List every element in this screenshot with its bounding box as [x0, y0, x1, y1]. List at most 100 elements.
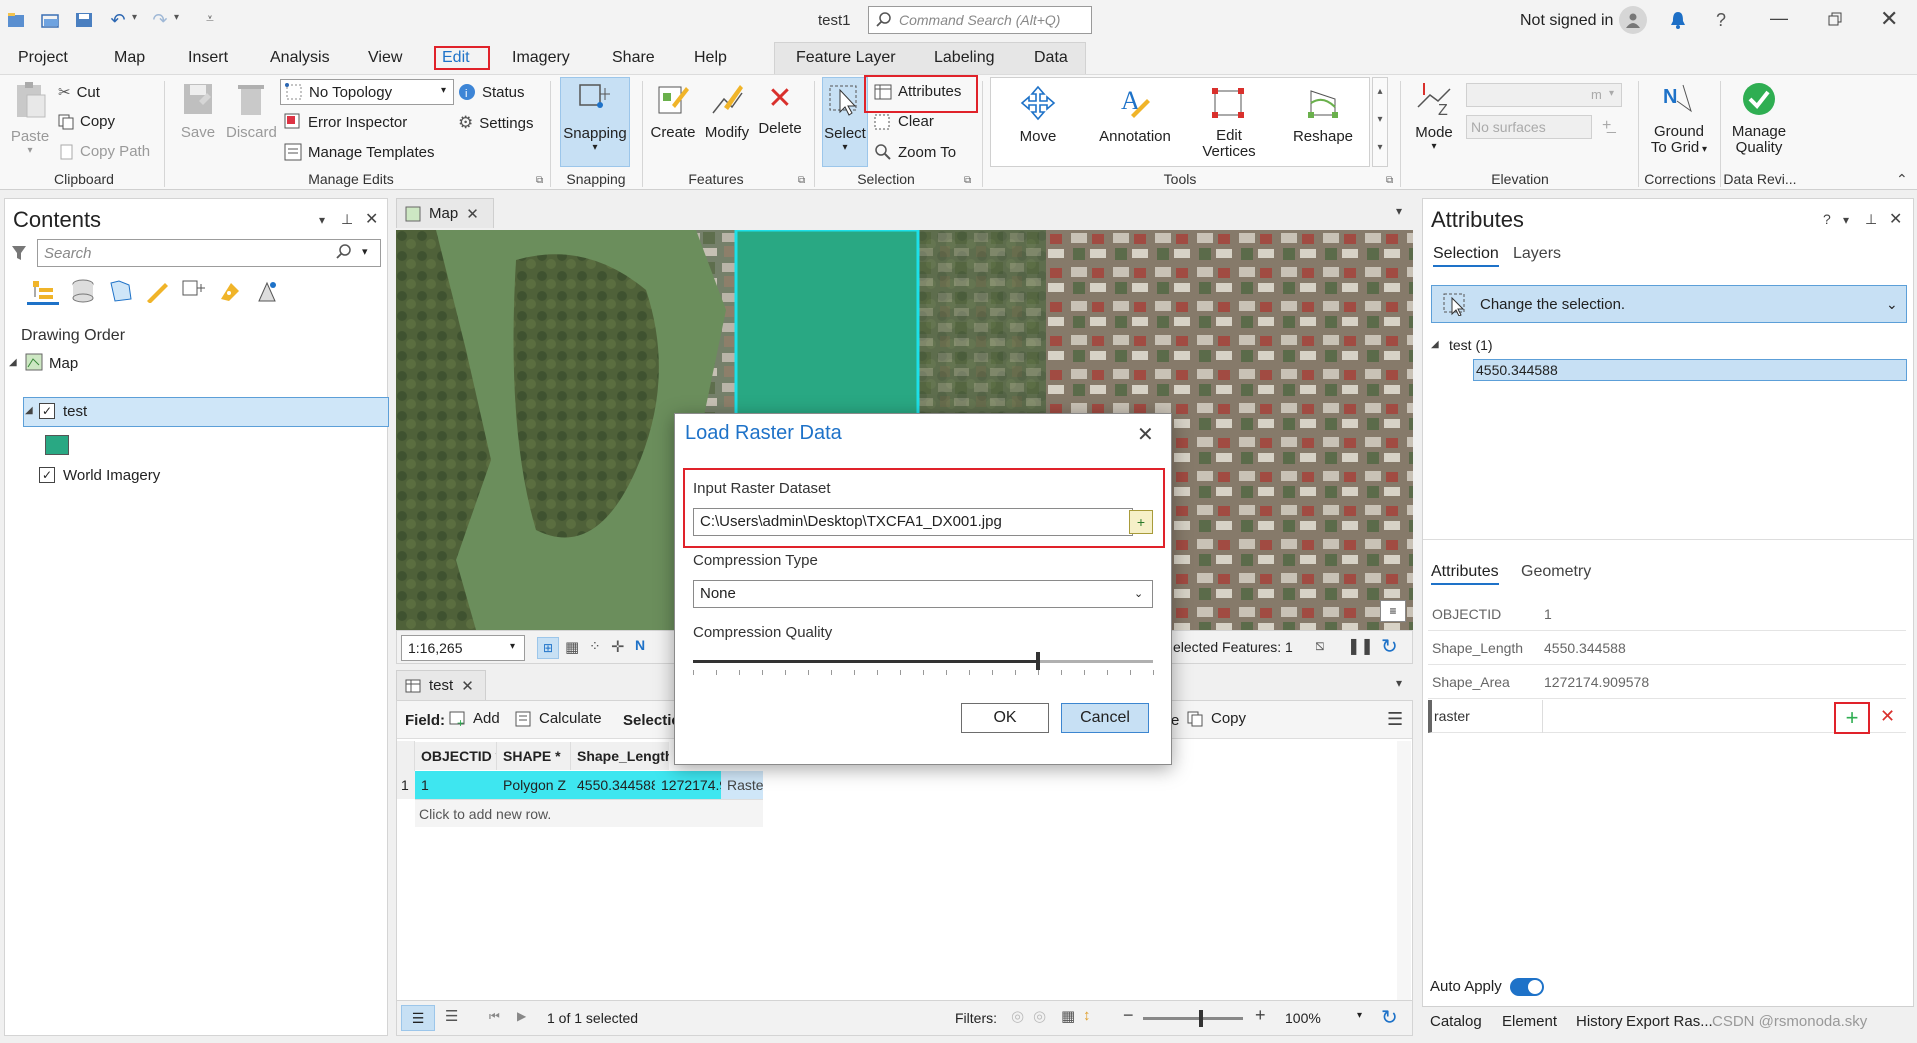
- pin-icon[interactable]: ⊥: [341, 211, 353, 228]
- undo-dropdown-icon[interactable]: ▾: [132, 12, 137, 23]
- tab-layers[interactable]: Layers: [1513, 245, 1561, 263]
- move-tool[interactable]: Move: [1006, 85, 1070, 145]
- dialog-launcher-icon[interactable]: ⧉: [1386, 175, 1393, 186]
- attribute-row-shape-area[interactable]: Shape_Area 1272174.909578: [1428, 666, 1906, 699]
- attribute-row-shape-length[interactable]: Shape_Length 4550.344588: [1428, 632, 1906, 665]
- list-by-selection-icon[interactable]: [109, 279, 133, 303]
- pause-drawing-icon[interactable]: ❚❚: [1347, 636, 1374, 656]
- delete-button[interactable]: ✕ Delete: [756, 81, 804, 137]
- checkbox-checked-icon[interactable]: ✓: [39, 403, 55, 419]
- cut-button[interactable]: ✂ Cut: [58, 83, 100, 102]
- tab-geometry[interactable]: Geometry: [1521, 563, 1591, 581]
- cell-shape[interactable]: Polygon Z: [497, 771, 571, 799]
- tab-catalog[interactable]: Catalog: [1430, 1013, 1482, 1030]
- cancel-button[interactable]: Cancel: [1061, 703, 1149, 733]
- elevation-value-input[interactable]: m ▾: [1466, 83, 1622, 107]
- elevation-offset-icon[interactable]: +̲: [1602, 117, 1611, 135]
- zoom-in-icon[interactable]: +: [1255, 1005, 1266, 1026]
- zoom-level[interactable]: 100%: [1285, 1010, 1321, 1026]
- zoom-out-icon[interactable]: −: [1123, 1005, 1134, 1026]
- remove-raster-icon[interactable]: ✕: [1880, 706, 1895, 727]
- copy-button[interactable]: Copy: [58, 113, 115, 130]
- tab-feature-layer[interactable]: Feature Layer: [790, 46, 902, 70]
- refresh-icon[interactable]: ↻: [1381, 634, 1398, 659]
- cell-shape-length[interactable]: 4550.344588: [571, 771, 655, 799]
- zoom-slider-thumb[interactable]: [1199, 1010, 1203, 1027]
- expand-map-icon[interactable]: ◢: [9, 357, 17, 368]
- search-icon[interactable]: [336, 244, 352, 260]
- attribute-row-objectid[interactable]: OBJECTID 1: [1428, 598, 1906, 631]
- map-overview-icon[interactable]: ≡: [1380, 600, 1406, 622]
- user-avatar-icon[interactable]: [1619, 6, 1647, 34]
- close-window-icon[interactable]: ✕: [1880, 6, 1898, 32]
- restore-icon[interactable]: [1826, 10, 1844, 28]
- list-by-snapping-icon[interactable]: [181, 279, 205, 303]
- gallery-scroll[interactable]: ▴ ▾ ▾: [1372, 77, 1388, 167]
- tab-imagery[interactable]: Imagery: [506, 46, 576, 70]
- change-selection-dropdown[interactable]: Change the selection. ⌄: [1431, 285, 1907, 323]
- layer-symbol-swatch[interactable]: [45, 435, 69, 455]
- customize-toolbar-icon[interactable]: ⩡: [206, 10, 214, 27]
- time-filter-icon[interactable]: ↕: [1083, 1007, 1091, 1024]
- dialog-launcher-icon[interactable]: ⧉: [536, 175, 543, 186]
- pane-splitter[interactable]: [1423, 539, 1913, 540]
- close-tab-icon[interactable]: ✕: [461, 677, 474, 695]
- row-number[interactable]: 1: [397, 771, 415, 799]
- tab-history[interactable]: History: [1576, 1013, 1623, 1030]
- calculate-field-button[interactable]: Calculate: [515, 710, 602, 727]
- snapping-button[interactable]: Snapping ▾: [560, 77, 630, 167]
- correction-icon[interactable]: ✛: [611, 637, 624, 657]
- expand-layer-icon[interactable]: ◢: [1431, 339, 1439, 350]
- tab-element[interactable]: Element: [1502, 1013, 1557, 1030]
- selection-tree-layer[interactable]: test (1): [1449, 337, 1493, 353]
- tab-attributes[interactable]: Attributes: [1431, 563, 1499, 585]
- first-record-icon[interactable]: ⏮: [489, 1009, 500, 1024]
- input-raster-field[interactable]: C:\Users\admin\Desktop\TXCFA1_DX001.jpg: [693, 508, 1133, 536]
- browse-folder-icon[interactable]: +: [1129, 510, 1153, 534]
- tab-project[interactable]: Project: [12, 46, 74, 70]
- close-tab-icon[interactable]: ✕: [466, 205, 479, 223]
- error-inspector-button[interactable]: Error Inspector: [284, 113, 407, 131]
- selection-stat-icon[interactable]: ⧅: [1315, 637, 1325, 654]
- close-dialog-icon[interactable]: ✕: [1137, 422, 1154, 447]
- status-button[interactable]: i Status: [458, 83, 525, 101]
- new-project-icon[interactable]: [6, 10, 26, 30]
- tab-insert[interactable]: Insert: [182, 46, 234, 70]
- pane-options-icon[interactable]: ▾: [1843, 213, 1849, 227]
- view-options-icon[interactable]: ▾: [1396, 676, 1402, 690]
- north-icon[interactable]: N: [635, 637, 645, 653]
- dialog-launcher-icon[interactable]: ⧉: [964, 175, 971, 186]
- notification-bell-icon[interactable]: [1666, 8, 1690, 32]
- tab-selection[interactable]: Selection: [1433, 245, 1499, 267]
- auto-apply-toggle[interactable]: [1510, 978, 1544, 996]
- filter-icon[interactable]: [11, 245, 27, 261]
- close-pane-icon[interactable]: ✕: [1889, 209, 1902, 229]
- slider-thumb[interactable]: [1036, 652, 1040, 670]
- close-pane-icon[interactable]: ✕: [365, 209, 378, 229]
- table-view-tab[interactable]: test ✕: [396, 670, 486, 700]
- chevron-down-icon[interactable]: ▾: [1357, 1010, 1362, 1021]
- contents-search[interactable]: Search ▾: [37, 239, 381, 267]
- create-button[interactable]: Create: [650, 81, 696, 141]
- reshape-tool[interactable]: Reshape: [1290, 85, 1356, 145]
- manage-quality-button[interactable]: Manage Quality: [1726, 81, 1792, 156]
- map-node[interactable]: Map: [49, 355, 78, 372]
- tab-map[interactable]: Map: [108, 46, 151, 70]
- ground-to-grid-button[interactable]: N Ground To Grid ▾: [1644, 81, 1714, 158]
- cell-raster-value[interactable]: Raster: [721, 771, 763, 799]
- redo-dropdown-icon[interactable]: ▾: [174, 12, 179, 23]
- pane-options-icon[interactable]: ▾: [319, 213, 325, 227]
- tab-share[interactable]: Share: [606, 46, 661, 70]
- collapse-ribbon-icon[interactable]: ⌃: [1896, 171, 1908, 188]
- filter-definition-icon[interactable]: ▦: [1061, 1007, 1075, 1025]
- scale-select[interactable]: 1:16,265 ▾: [401, 635, 525, 661]
- save-edits-button[interactable]: Save: [176, 81, 220, 141]
- clear-selection-button[interactable]: Clear: [874, 113, 934, 130]
- redo-icon[interactable]: ↷: [150, 10, 170, 30]
- zoom-slider[interactable]: [1143, 1010, 1243, 1027]
- sign-in-status[interactable]: Not signed in: [1520, 12, 1613, 30]
- annotation-tool[interactable]: A Annotation: [1090, 85, 1180, 145]
- tab-analysis[interactable]: Analysis: [264, 46, 336, 70]
- tab-help[interactable]: Help: [688, 46, 733, 70]
- help-icon[interactable]: ?: [1823, 211, 1831, 227]
